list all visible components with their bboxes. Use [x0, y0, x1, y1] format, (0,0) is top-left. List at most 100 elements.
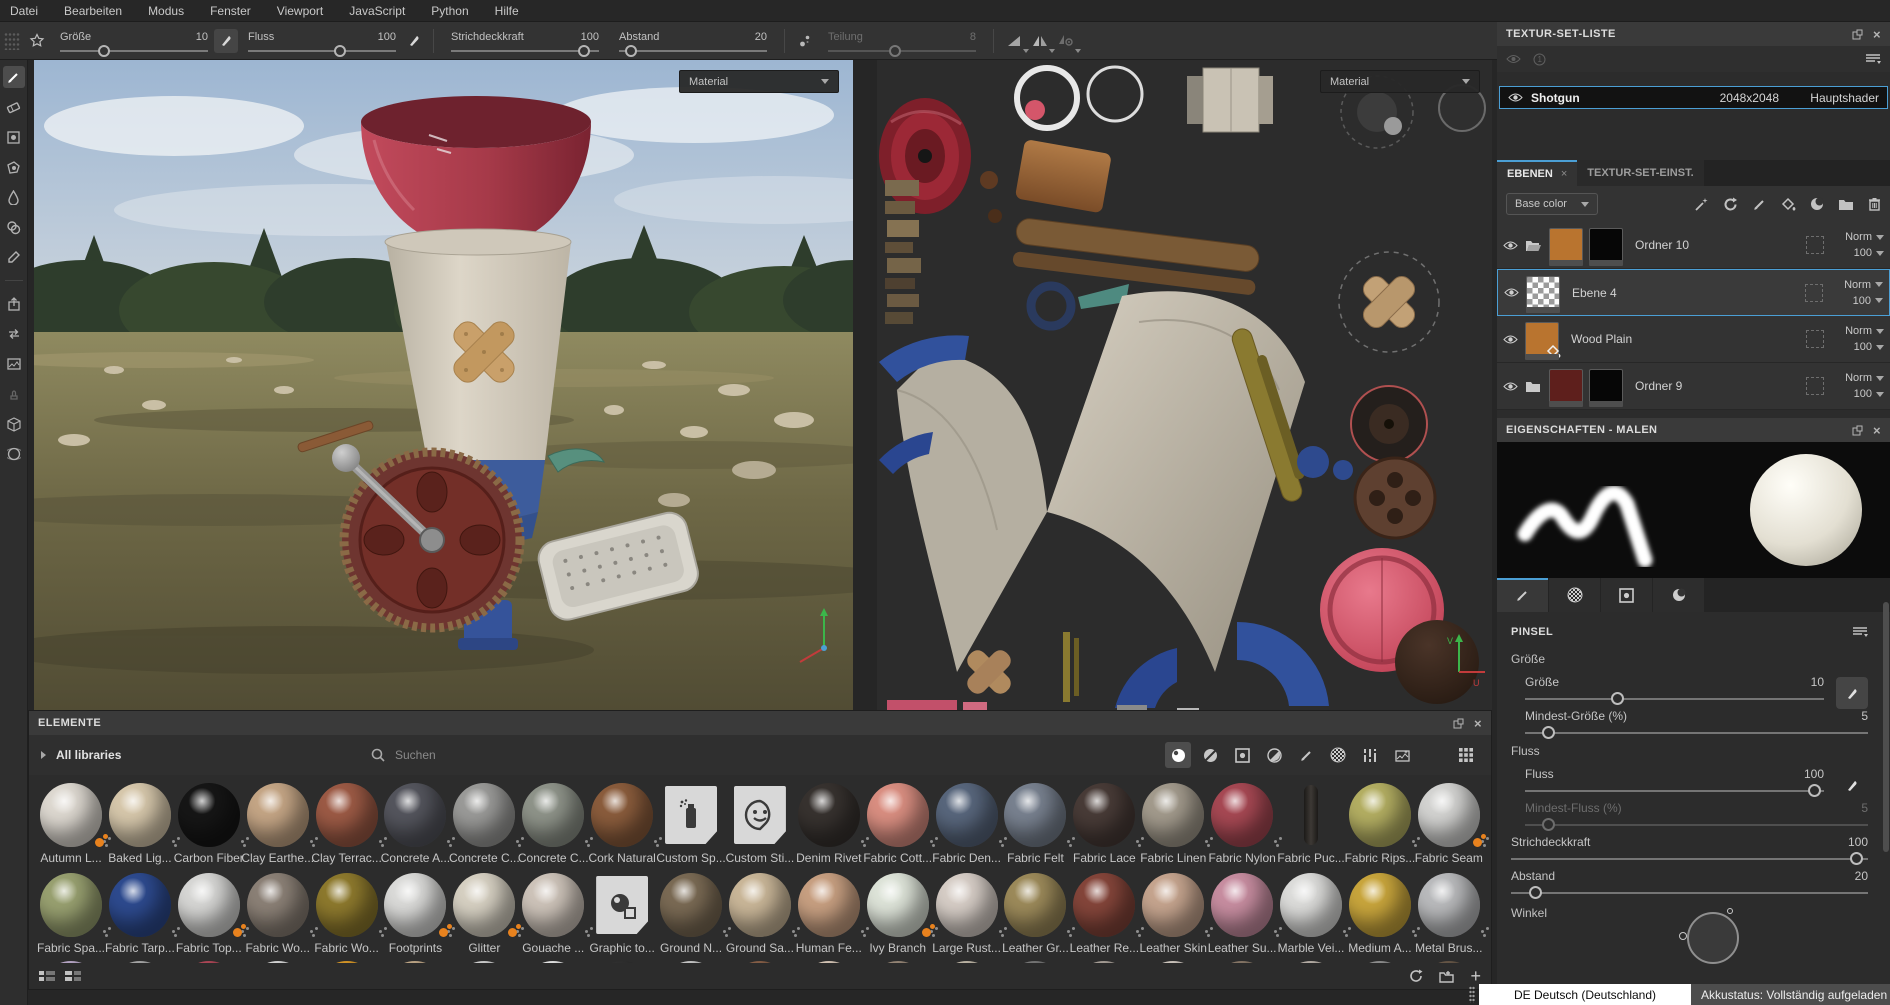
angle-dial[interactable]: [1679, 908, 1739, 964]
toolbar-slider-teilung[interactable]: Teilung 8: [818, 29, 986, 57]
pen-pressure-icon[interactable]: [214, 28, 238, 53]
slider-fluss[interactable]: Fluss 100: [1525, 767, 1857, 797]
blend-mode-dropdown[interactable]: Norm: [1845, 325, 1884, 337]
slider-abstand[interactable]: Abstand 20: [1511, 869, 1868, 899]
slider-track[interactable]: [451, 45, 599, 57]
resources-sync-icon[interactable]: [3, 323, 25, 345]
opacity-dropdown[interactable]: 100: [1854, 247, 1884, 259]
quick-export-icon[interactable]: [3, 293, 25, 315]
material-item[interactable]: Fabric Cott...: [863, 783, 933, 865]
texture-filter-icon[interactable]: [1389, 742, 1415, 768]
material-picker-tool[interactable]: [3, 246, 25, 268]
close-panel-icon[interactable]: ×: [1873, 27, 1881, 42]
projection-tool[interactable]: [3, 126, 25, 148]
material-item[interactable]: Fabric Top...: [175, 873, 244, 955]
grid-view-icon[interactable]: [1453, 742, 1479, 768]
layer-thumbnail[interactable]: [1549, 228, 1583, 262]
material-item[interactable]: Concrete C...: [449, 783, 520, 865]
layer-row[interactable]: Ebene 4 Norm 100: [1497, 269, 1890, 316]
pen-pressure-icon[interactable]: [1836, 769, 1868, 801]
slider-knob[interactable]: [98, 45, 111, 57]
eye-icon[interactable]: [1503, 334, 1519, 345]
material-item[interactable]: Concrete A...: [381, 783, 451, 865]
shader-mode-dropdown-2d[interactable]: Material: [1320, 70, 1480, 93]
material-item[interactable]: Fabric Den...: [932, 783, 1002, 865]
polygon-fill-tool[interactable]: [3, 156, 25, 178]
smudge-tool[interactable]: [3, 186, 25, 208]
filter-filter-icon[interactable]: [1261, 742, 1287, 768]
mask-thumbnail[interactable]: [1589, 228, 1623, 262]
slider-knob[interactable]: [1850, 852, 1864, 865]
slider-knob[interactable]: [1542, 726, 1555, 739]
effects-icon[interactable]: [1810, 197, 1824, 211]
toolbar-slider-fluss[interactable]: Fluss 100: [238, 29, 406, 57]
material-item[interactable]: Gouache ...: [519, 873, 589, 955]
slider-mindestgre[interactable]: Mindest-Größe (%) 5: [1525, 709, 1868, 739]
spacing-dots-icon[interactable]: [792, 28, 818, 54]
material-item[interactable]: Carbon Fiber: [174, 783, 244, 865]
fill-layer-icon[interactable]: [1781, 197, 1796, 211]
visibility-all-icon[interactable]: [1506, 53, 1521, 65]
material-item[interactable]: Fabric Lace: [1070, 783, 1140, 865]
toolbar-slider-gre[interactable]: Größe 10: [50, 29, 218, 57]
language-indicator[interactable]: DE Deutsch (Deutschland): [1479, 984, 1691, 1005]
layer-row[interactable]: Wood Plain Norm 100: [1497, 316, 1890, 363]
symmetry-settings-icon[interactable]: [1053, 28, 1081, 54]
mask-thumbnail[interactable]: [1589, 369, 1623, 403]
geometry-box-icon[interactable]: [3, 413, 25, 435]
pen-pressure-icon[interactable]: [402, 29, 426, 53]
channel-dropdown[interactable]: Base color: [1506, 193, 1598, 215]
blend-mode-dropdown[interactable]: Norm: [1845, 231, 1884, 243]
slider-track[interactable]: [1511, 852, 1868, 865]
material-item[interactable]: Fabric Wo...: [313, 873, 382, 955]
layer-row[interactable]: Ordner 9 Norm 100: [1497, 363, 1890, 410]
menu-item-viewport[interactable]: Viewport: [277, 4, 323, 18]
viewport-2d[interactable]: V U Material: [877, 60, 1492, 710]
toolbar-slider-strichdeckkraft[interactable]: Strichdeckkraft 100: [441, 29, 609, 57]
new-folder-icon[interactable]: [1439, 970, 1455, 983]
tab-textur-set-einst[interactable]: TEXTUR-SET-EINST.: [1577, 160, 1704, 186]
opacity-dropdown[interactable]: 100: [1853, 295, 1883, 307]
tab-close-icon[interactable]: ×: [1561, 168, 1567, 180]
brush-tab[interactable]: [1497, 578, 1549, 612]
material-sphere-icon[interactable]: [3, 443, 25, 465]
toolbar-grip[interactable]: [4, 31, 20, 50]
material-item[interactable]: Ground Sa...: [726, 873, 795, 955]
alpha-filter-icon[interactable]: [1325, 742, 1351, 768]
menu-item-hilfe[interactable]: Hilfe: [495, 4, 519, 18]
material-item[interactable]: Leather Su...: [1208, 873, 1278, 955]
stencil-tab[interactable]: [1601, 578, 1653, 612]
material-item[interactable]: Baked Lig...: [106, 783, 175, 865]
material-item[interactable]: Fabric Seam: [1415, 783, 1484, 865]
eye-icon[interactable]: [1503, 381, 1519, 392]
slider-mindestfluss[interactable]: Mindest-Fluss (%) 5: [1525, 801, 1868, 831]
material-item[interactable]: Fabric Rips...: [1345, 783, 1415, 865]
blend-mode-dropdown[interactable]: Norm: [1844, 279, 1883, 291]
material-item[interactable]: Fabric Tarp...: [105, 873, 175, 955]
folder-icon[interactable]: [1838, 198, 1854, 211]
magic-wand-icon[interactable]: [1694, 197, 1709, 212]
slider-knob[interactable]: [333, 45, 346, 57]
slider-track[interactable]: [828, 45, 976, 57]
eye-icon[interactable]: [1503, 240, 1519, 251]
material-item[interactable]: Fabric Wo...: [244, 873, 313, 955]
material-item[interactable]: Clay Earthe...: [241, 783, 314, 865]
material-tab[interactable]: [1653, 578, 1705, 612]
material-item[interactable]: Marble Vei...: [1277, 873, 1347, 955]
menu-item-javascript[interactable]: JavaScript: [349, 4, 405, 18]
scrollbar[interactable]: [1883, 602, 1889, 852]
slider-track[interactable]: [248, 45, 396, 57]
material-item[interactable]: Footprints: [381, 873, 451, 955]
solo-icon[interactable]: 1: [1533, 53, 1546, 66]
texture-set-row[interactable]: Shotgun 2048x2048 Hauptshader: [1499, 86, 1888, 109]
float-panel-icon[interactable]: [1852, 29, 1863, 40]
trash-icon[interactable]: [1868, 197, 1881, 211]
paint-layer-icon[interactable]: [1752, 197, 1767, 212]
menu-item-fenster[interactable]: Fenster: [210, 4, 251, 18]
tab-ebenen[interactable]: EBENEN ×: [1497, 160, 1578, 186]
slider-track[interactable]: [60, 45, 208, 57]
slider-knob[interactable]: [578, 45, 591, 57]
eraser-tool[interactable]: [3, 96, 25, 118]
material-item[interactable]: Leather Re...: [1070, 873, 1140, 955]
menu-item-modus[interactable]: Modus: [148, 4, 184, 18]
